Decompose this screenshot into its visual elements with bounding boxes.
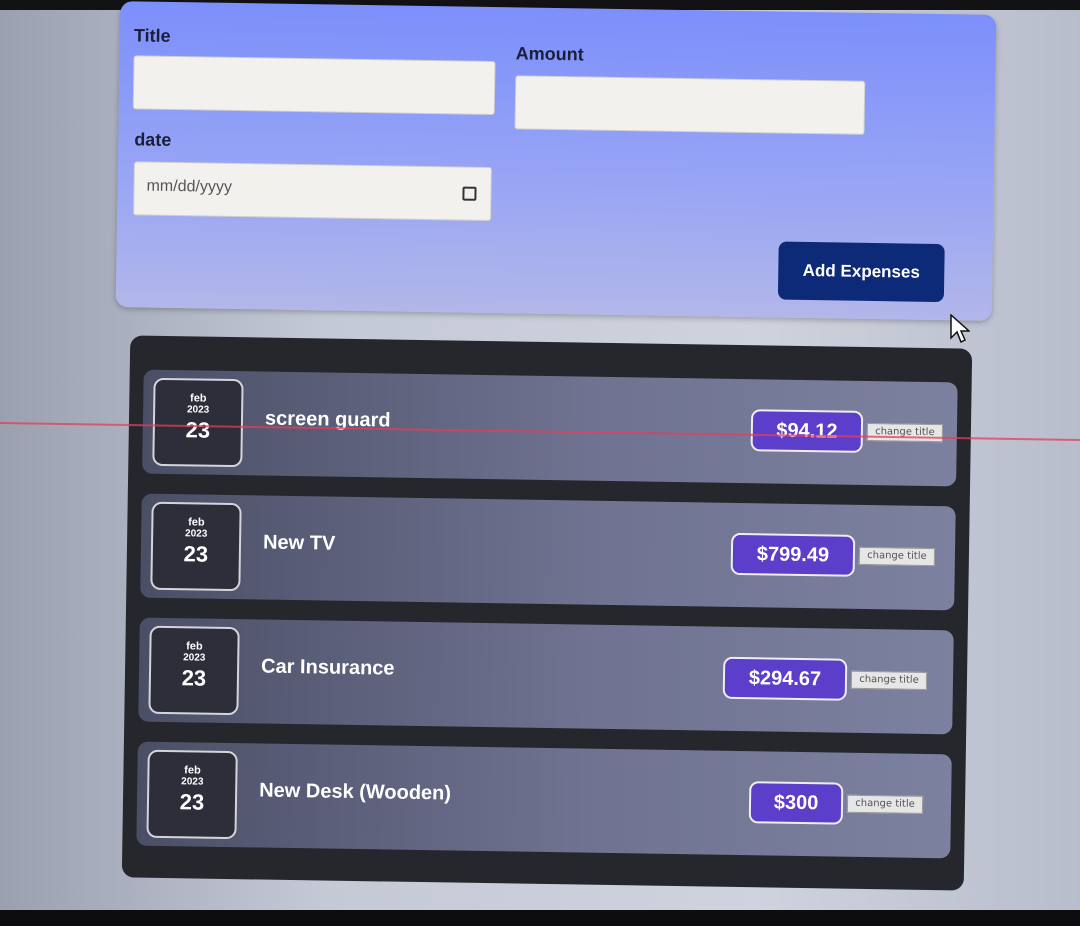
expense-day: 23 — [179, 789, 205, 815]
page: Title Amount date mm/dd/yyyy Add Expense… — [0, 0, 1080, 926]
amount-input[interactable] — [514, 75, 866, 135]
add-expenses-button[interactable]: Add Expenses — [777, 241, 945, 303]
title-label: Title — [133, 25, 171, 46]
bottom-bezel — [0, 910, 1080, 926]
expense-form: Title Amount date mm/dd/yyyy Add Expense… — [115, 1, 997, 321]
expense-title: Car Insurance — [260, 655, 395, 680]
expense-amount: $300 — [748, 781, 844, 825]
change-title-button[interactable]: change title — [866, 423, 944, 443]
expense-amount: $94.12 — [750, 409, 864, 453]
expense-item: feb 2023 23 New TV $799.49 change title — [140, 493, 956, 611]
expense-date: feb 2023 23 — [152, 377, 244, 468]
expense-day: 23 — [183, 541, 209, 567]
mouse-cursor-icon — [950, 314, 970, 344]
change-title-button[interactable]: change title — [858, 546, 936, 567]
calendar-icon[interactable] — [462, 186, 477, 201]
expense-date: feb 2023 23 — [148, 625, 240, 716]
title-input[interactable] — [132, 55, 496, 116]
date-input[interactable]: mm/dd/yyyy — [133, 161, 492, 221]
expense-title: New TV — [262, 531, 336, 555]
change-title-button[interactable]: change title — [846, 794, 924, 814]
expense-title: New Desk (Wooden) — [259, 779, 452, 805]
date-placeholder: mm/dd/yyyy — [146, 177, 233, 196]
expense-amount: $799.49 — [730, 532, 856, 577]
amount-label: Amount — [515, 43, 584, 65]
expense-item: feb 2023 23 New Desk (Wooden) $300 chang… — [136, 741, 952, 859]
expense-amount: $294.67 — [722, 656, 848, 701]
expense-item: feb 2023 23 Car Insurance $294.67 change… — [138, 617, 954, 735]
date-label: date — [134, 129, 172, 150]
expense-list: feb 2023 23 screen guard $94.12 change t… — [121, 335, 973, 891]
expense-date: feb 2023 23 — [150, 501, 242, 592]
expense-day: 23 — [181, 665, 207, 691]
expense-day: 23 — [185, 417, 211, 443]
change-title-button[interactable]: change title — [850, 670, 928, 690]
expense-date: feb 2023 23 — [146, 749, 238, 840]
